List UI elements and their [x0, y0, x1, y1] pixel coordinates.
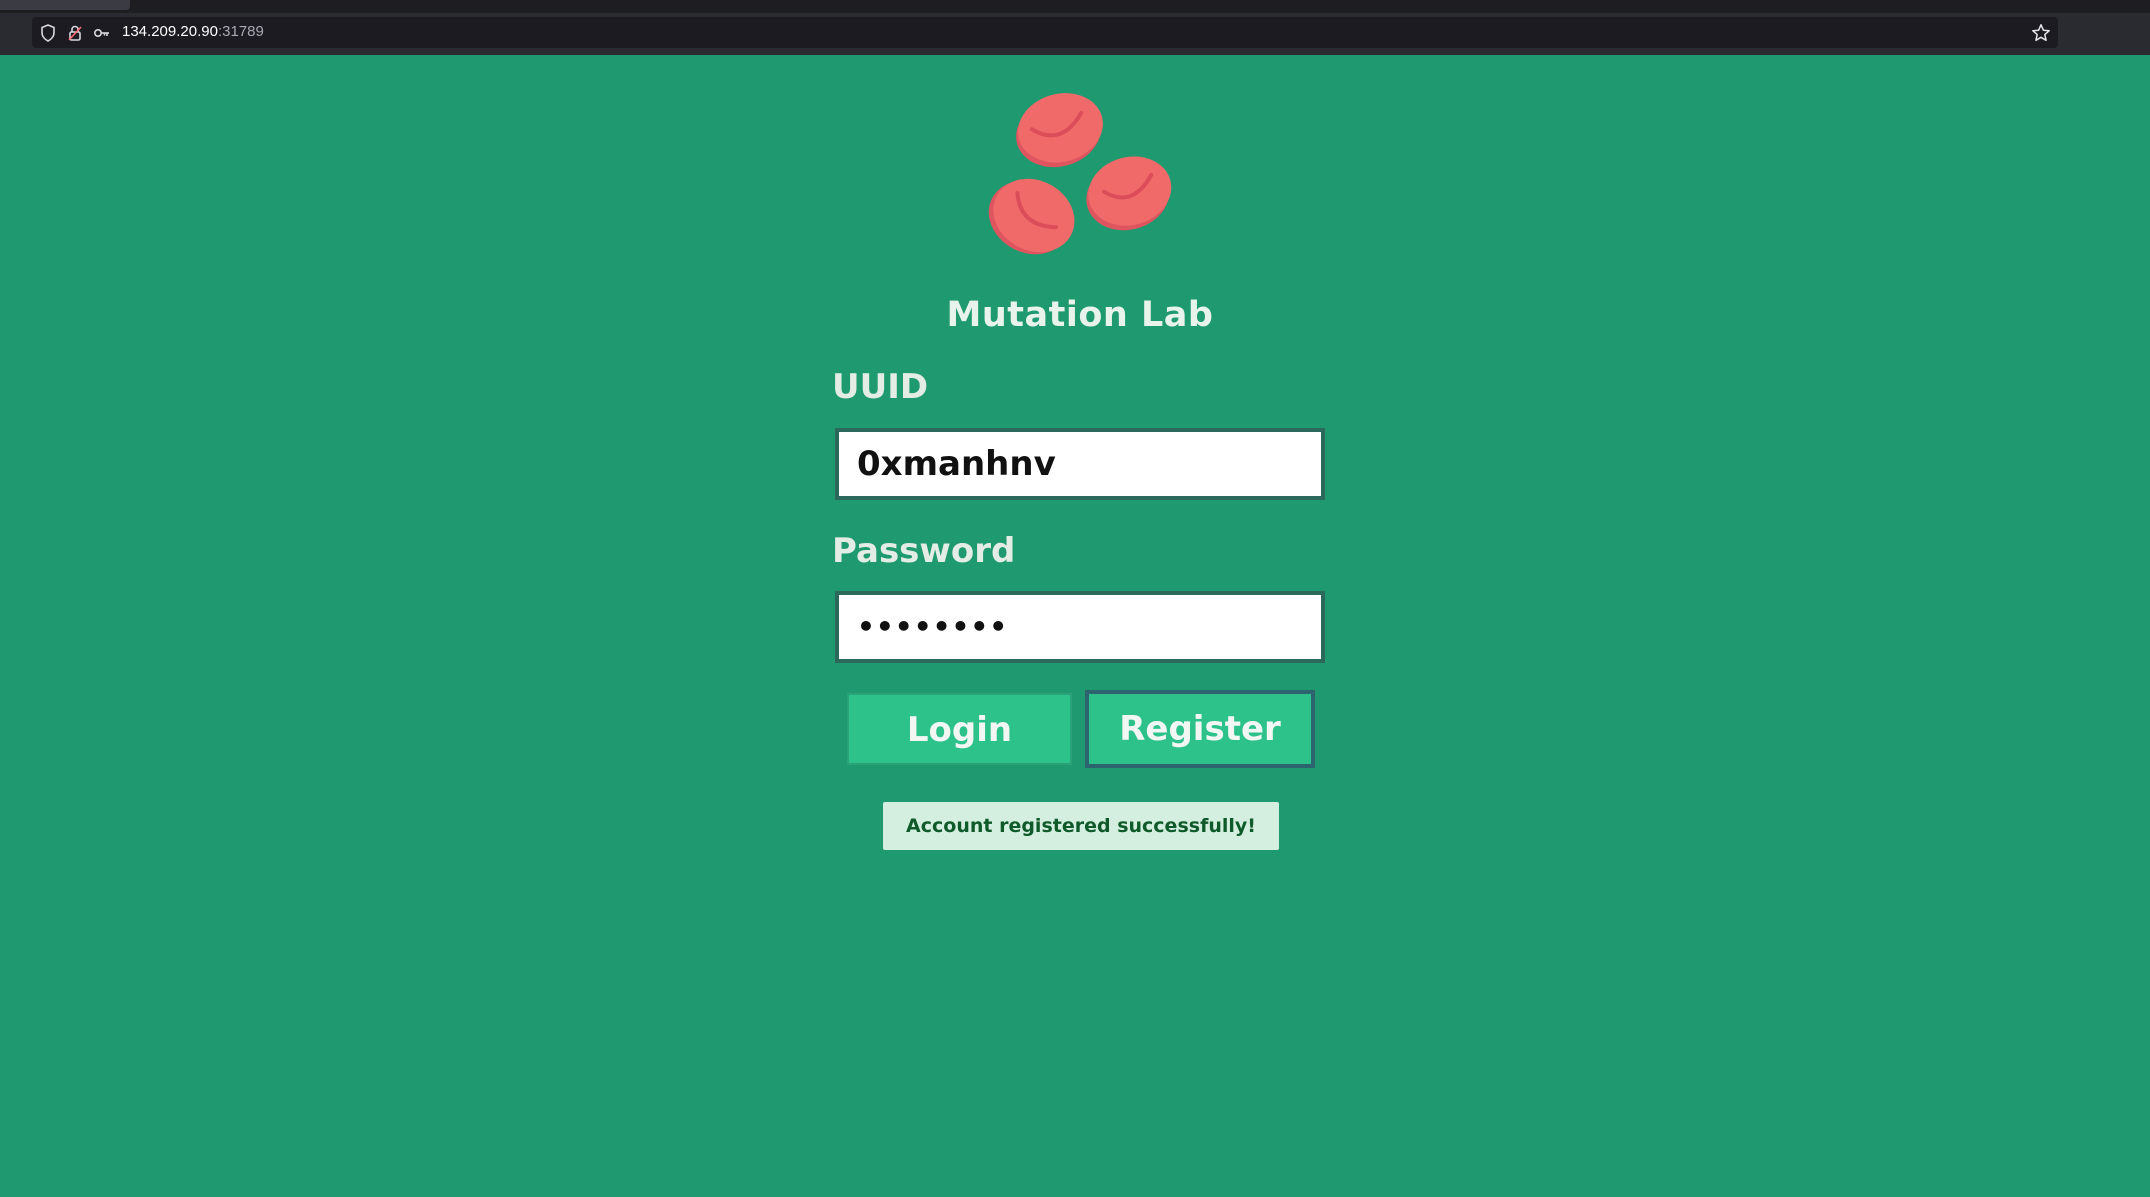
browser-chrome: 134.209.20.90:31789	[0, 0, 2150, 55]
tab-strip	[0, 0, 2150, 13]
uuid-input[interactable]: 0xmanhnv	[835, 428, 1325, 500]
url-port: :31789	[217, 23, 264, 40]
key-icon[interactable]	[92, 23, 112, 43]
register-button[interactable]: Register	[1085, 690, 1315, 768]
lock-warning-icon[interactable]	[65, 23, 85, 43]
password-input[interactable]: ••••••••	[835, 591, 1325, 663]
url-host: 134.209.20.90	[122, 23, 218, 40]
url-text[interactable]: 134.209.20.90:31789	[122, 23, 264, 40]
active-tab[interactable]	[0, 0, 130, 10]
address-bar[interactable]: 134.209.20.90:31789	[32, 17, 2058, 48]
login-button[interactable]: Login	[847, 693, 1072, 765]
login-page: Mutation Lab UUID 0xmanhnv Password ••••…	[0, 55, 2150, 1197]
success-message: Account registered successfully!	[883, 802, 1279, 850]
blood-cells-logo	[985, 85, 1180, 275]
uuid-label: UUID	[832, 367, 929, 407]
password-label: Password	[832, 531, 1016, 571]
bookmark-star-icon[interactable]	[2030, 22, 2052, 44]
app-title: Mutation Lab	[946, 295, 1214, 335]
shield-icon[interactable]	[38, 23, 58, 43]
